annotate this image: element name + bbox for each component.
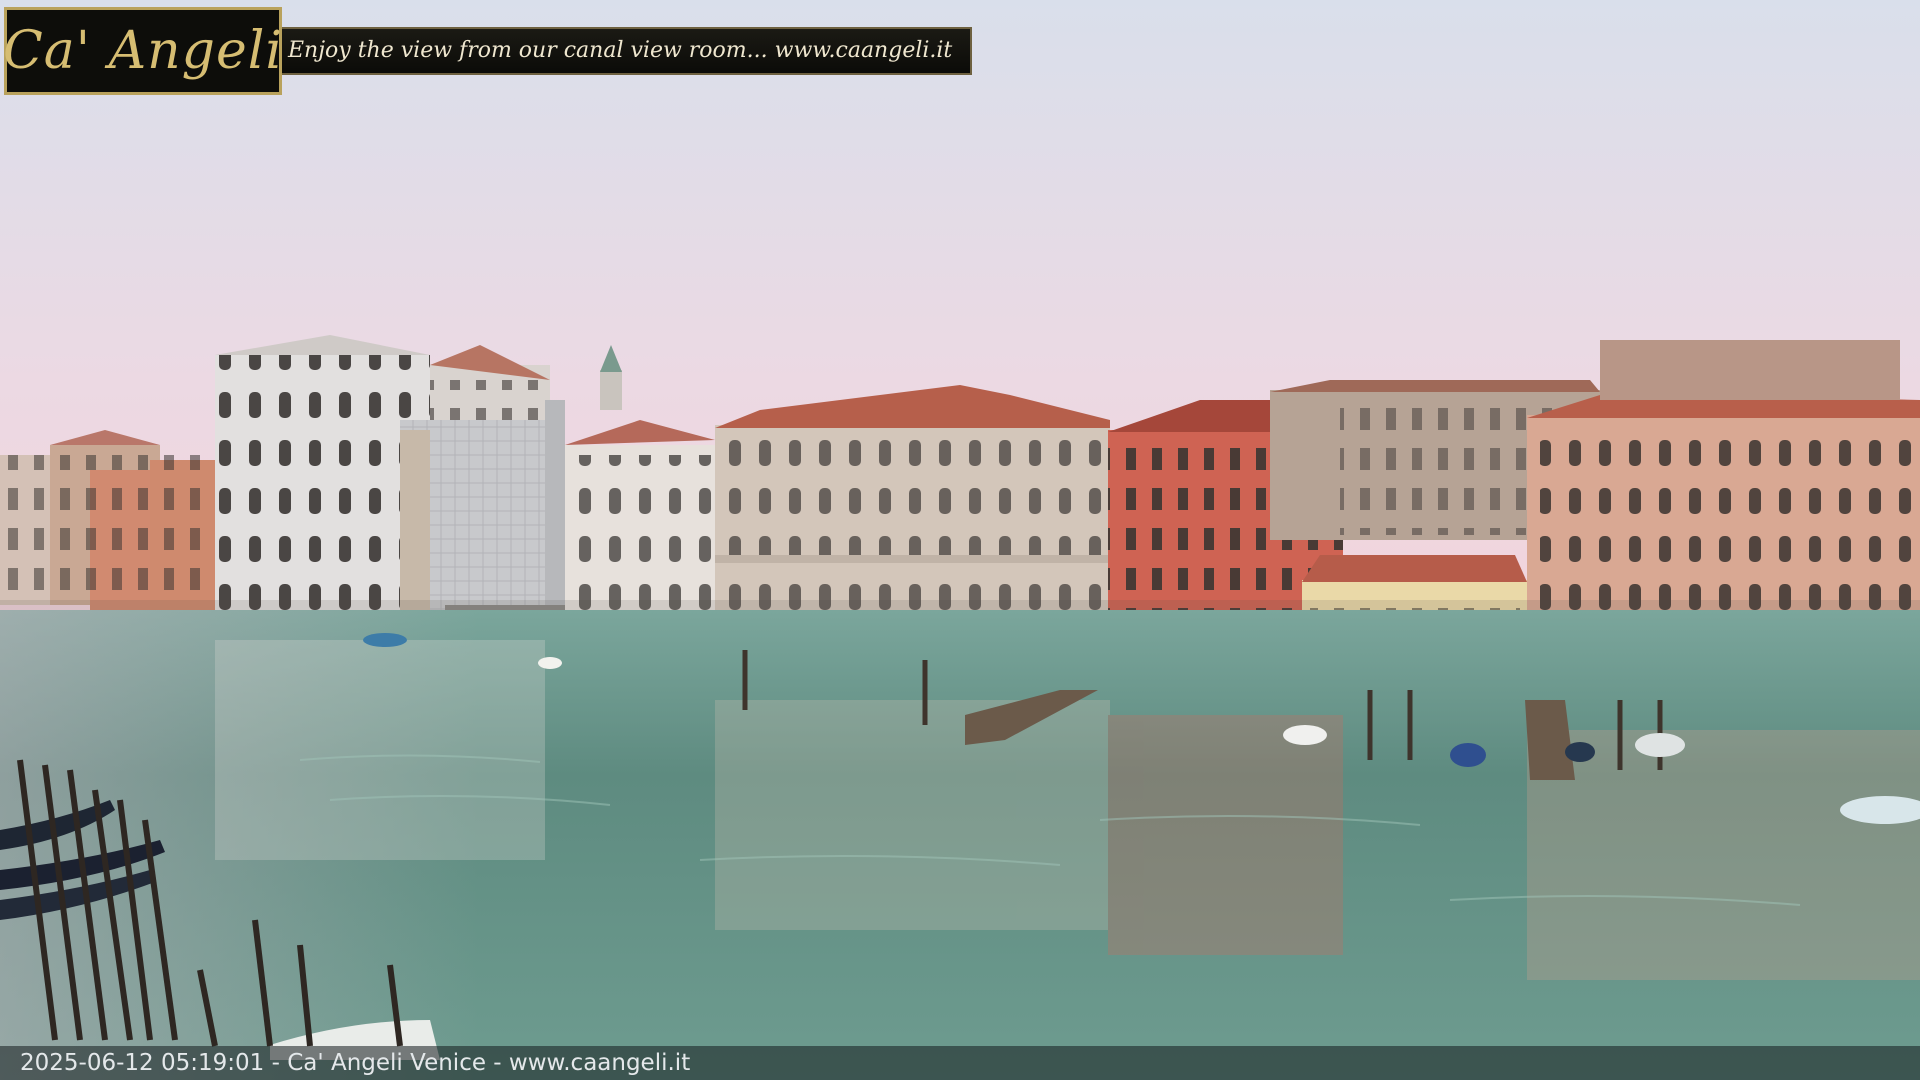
timestamp-caption: 2025-06-12 05:19:01 - Ca' Angeli Venice … xyxy=(20,1050,691,1076)
scaffolded-building xyxy=(400,400,565,627)
canal-webcam-scene xyxy=(0,0,1920,1080)
timestamp-bar: 2025-06-12 05:19:01 - Ca' Angeli Venice … xyxy=(0,1046,1920,1080)
tagline-text: Enjoy the view from our canal view room.… xyxy=(288,38,953,63)
logo-banner: Ca' Angeli Enjoy the view from our canal… xyxy=(3,4,973,97)
tagline-strip: Enjoy the view from our canal view room.… xyxy=(282,26,973,75)
logo-box: Ca' Angeli xyxy=(3,6,283,95)
left-distant-buildings xyxy=(0,430,220,610)
ca-angeli-logo: Ca' Angeli xyxy=(3,20,283,81)
